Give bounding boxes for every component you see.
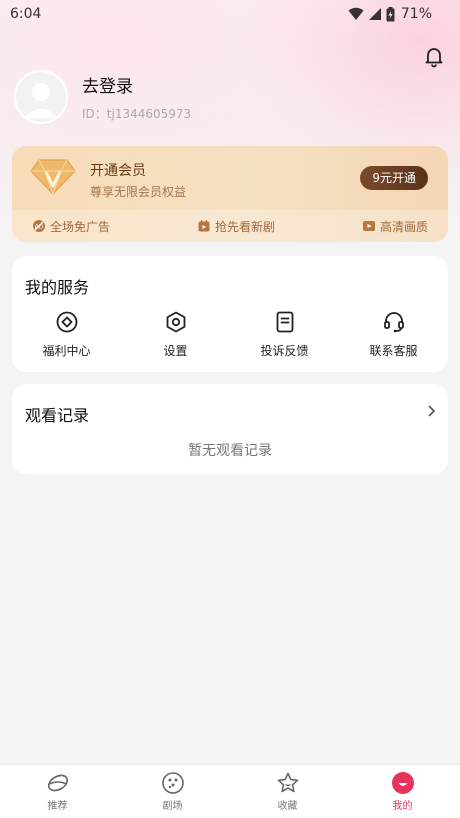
- perk-label: 抢先看新剧: [214, 219, 275, 234]
- vip-subscribe-button[interactable]: 9元开通: [360, 166, 428, 190]
- vip-subtitle: 尊享无限会员权益: [90, 185, 187, 199]
- profile-icon: [391, 772, 414, 794]
- vip-perks: AD 全场免广告 抢先看新剧 高清画质: [12, 210, 448, 242]
- status-time: 6:04: [10, 6, 42, 22]
- headset-icon: [383, 312, 404, 333]
- perk-early-access: 抢先看新剧: [197, 218, 275, 235]
- cell-signal-icon: [368, 8, 381, 20]
- service-settings[interactable]: 设置: [121, 310, 230, 359]
- hd-video-icon: [362, 221, 375, 231]
- status-bar: 6:04 71%: [0, 0, 460, 28]
- wifi-icon: [348, 7, 364, 20]
- login-link[interactable]: 去登录: [82, 72, 191, 97]
- no-ads-icon: AD: [33, 220, 45, 232]
- theater-icon: [161, 772, 184, 794]
- tab-recommend[interactable]: 推荐: [0, 765, 115, 818]
- services-card: 我的服务 福利中心 设置 投诉反馈 联系客服: [12, 256, 448, 372]
- perk-hd: 高清画质: [362, 218, 428, 235]
- service-label: 设置: [163, 344, 188, 358]
- recommend-icon: [47, 774, 68, 792]
- tab-mine[interactable]: 我的: [345, 765, 460, 818]
- watch-history-card[interactable]: 观看记录 暂无观看记录: [12, 384, 448, 474]
- user-id: ID：tj1344605973: [82, 107, 192, 121]
- tab-theater[interactable]: 剧场: [115, 765, 230, 818]
- star-icon: [277, 772, 298, 793]
- default-avatar-icon: [24, 83, 58, 118]
- perk-label: 高清画质: [379, 219, 428, 234]
- calendar-icon: [198, 220, 210, 232]
- history-title: 观看记录: [25, 406, 90, 425]
- service-welfare-center[interactable]: 福利中心: [12, 310, 121, 359]
- svg-text:AD: AD: [35, 224, 44, 231]
- history-empty-text: 暂无观看记录: [188, 443, 272, 459]
- service-customer-support[interactable]: 联系客服: [339, 310, 448, 359]
- service-label: 投诉反馈: [260, 344, 309, 358]
- vip-title: 开通会员: [90, 163, 146, 179]
- tab-label: 我的: [392, 801, 413, 812]
- tab-label: 推荐: [47, 801, 68, 812]
- welfare-icon: [56, 311, 77, 333]
- settings-icon: [166, 311, 185, 333]
- bottom-tab-bar: 推荐 剧场 收藏 我的: [0, 764, 460, 818]
- service-feedback[interactable]: 投诉反馈: [230, 310, 339, 359]
- chevron-right-icon[interactable]: [426, 404, 436, 418]
- vip-card[interactable]: 开通会员 尊享无限会员权益 9元开通 AD 全场免广告 抢先看新剧 高清画质: [12, 146, 448, 242]
- tab-label: 剧场: [162, 801, 183, 812]
- profile-header[interactable]: 去登录 ID：tj1344605973: [14, 70, 191, 124]
- notification-bell-icon[interactable]: [422, 44, 446, 68]
- feedback-icon: [276, 311, 293, 333]
- battery-level: 71%: [400, 6, 432, 22]
- service-label: 联系客服: [369, 344, 418, 358]
- avatar[interactable]: [14, 70, 68, 124]
- battery-icon: [386, 6, 395, 21]
- services-title: 我的服务: [25, 278, 90, 297]
- vip-diamond-icon: [30, 159, 76, 195]
- perk-no-ads: AD 全场免广告: [32, 218, 110, 235]
- tab-favorites[interactable]: 收藏: [230, 765, 345, 818]
- perk-label: 全场免广告: [50, 219, 111, 234]
- service-label: 福利中心: [42, 344, 91, 358]
- tab-label: 收藏: [277, 801, 298, 812]
